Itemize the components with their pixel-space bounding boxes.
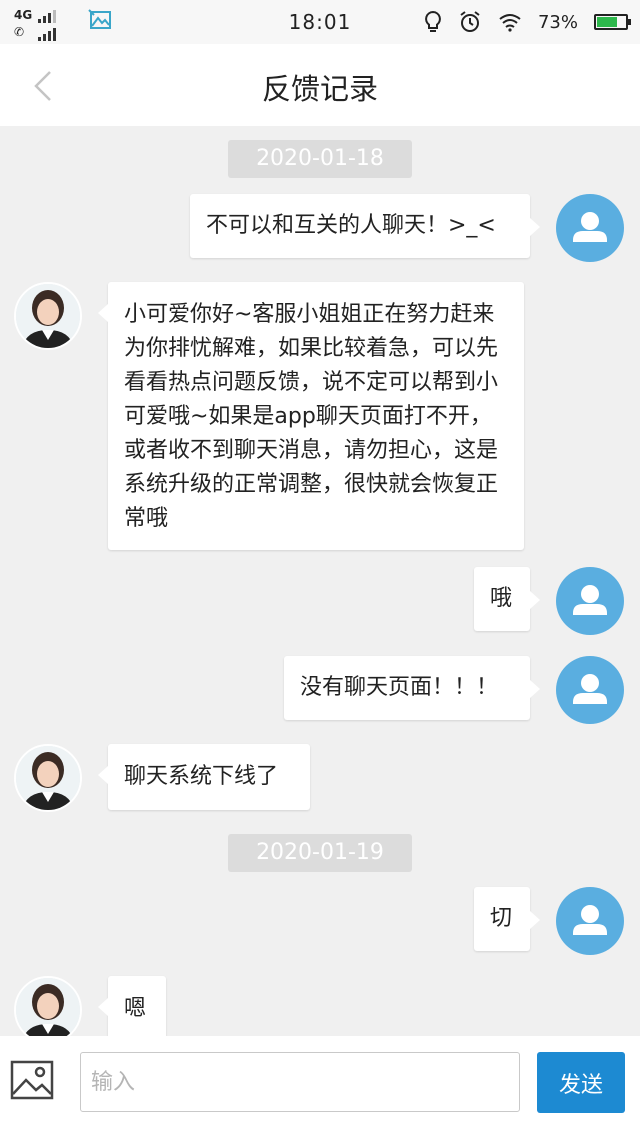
user-avatar[interactable] (556, 567, 624, 635)
message-bubble-agent[interactable]: 聊天系统下线了 (98, 744, 310, 810)
battery-icon (594, 14, 631, 30)
wifi-icon (499, 14, 521, 32)
message-bubble-user[interactable]: 切 (474, 887, 540, 951)
user-avatar[interactable] (556, 887, 624, 955)
message-bubble-agent[interactable]: 嗯 (98, 976, 166, 1036)
message-bubble-user[interactable]: 哦 (474, 567, 540, 631)
date-separator: 2020-01-19 (228, 834, 412, 872)
user-icon (573, 585, 607, 615)
status-icons: 73% (424, 8, 631, 36)
message-text: 聊天系统下线了 (124, 764, 279, 789)
message-text: 没有聊天页面！！！ (300, 675, 499, 700)
agent-avatar-icon (16, 978, 80, 1036)
agent-avatar[interactable] (14, 282, 82, 350)
message-bubble-user[interactable]: 不可以和互关的人聊天！>_< (190, 194, 540, 258)
agent-avatar-icon (16, 746, 80, 810)
message-text: 哦 (490, 586, 513, 611)
bulb-icon (425, 10, 441, 32)
battery-level (597, 17, 618, 27)
user-icon (573, 905, 607, 935)
message-text: 嗯 (124, 996, 147, 1021)
message-text: 小可爱你好~客服小姐姐正在努力赶来为你排忧解难，如果比较着急，可以先看看热点问题… (124, 302, 499, 531)
image-icon[interactable] (10, 1058, 54, 1102)
user-avatar[interactable] (556, 656, 624, 724)
message-input[interactable] (80, 1052, 520, 1112)
alarm-icon (460, 11, 480, 32)
chat-area[interactable]: 2020-01-18 不可以和互关的人聊天！>_< 小可爱你好~客服小姐姐正在努… (0, 126, 640, 1036)
header: 反馈记录 (0, 44, 640, 126)
message-text: 不可以和互关的人聊天！>_< (206, 213, 496, 238)
message-text: 切 (490, 906, 513, 931)
user-icon (573, 212, 607, 242)
status-bar: 4G ✆ 18:01 73% (0, 0, 640, 44)
agent-avatar-icon (16, 284, 80, 348)
battery-percent: 73% (537, 11, 578, 33)
user-avatar[interactable] (556, 194, 624, 262)
page-title: 反馈记录 (261, 72, 378, 106)
input-bar: 发送 (0, 1036, 640, 1138)
message-bubble-agent[interactable]: 小可爱你好~客服小姐姐正在努力赶来为你排忧解难，如果比较着急，可以先看看热点问题… (98, 282, 524, 550)
agent-avatar[interactable] (14, 744, 82, 812)
send-button[interactable]: 发送 (537, 1052, 625, 1113)
agent-avatar[interactable] (14, 976, 82, 1036)
user-icon (573, 674, 607, 704)
date-separator: 2020-01-18 (228, 140, 412, 178)
message-bubble-user[interactable]: 没有聊天页面！！！ (284, 656, 540, 720)
